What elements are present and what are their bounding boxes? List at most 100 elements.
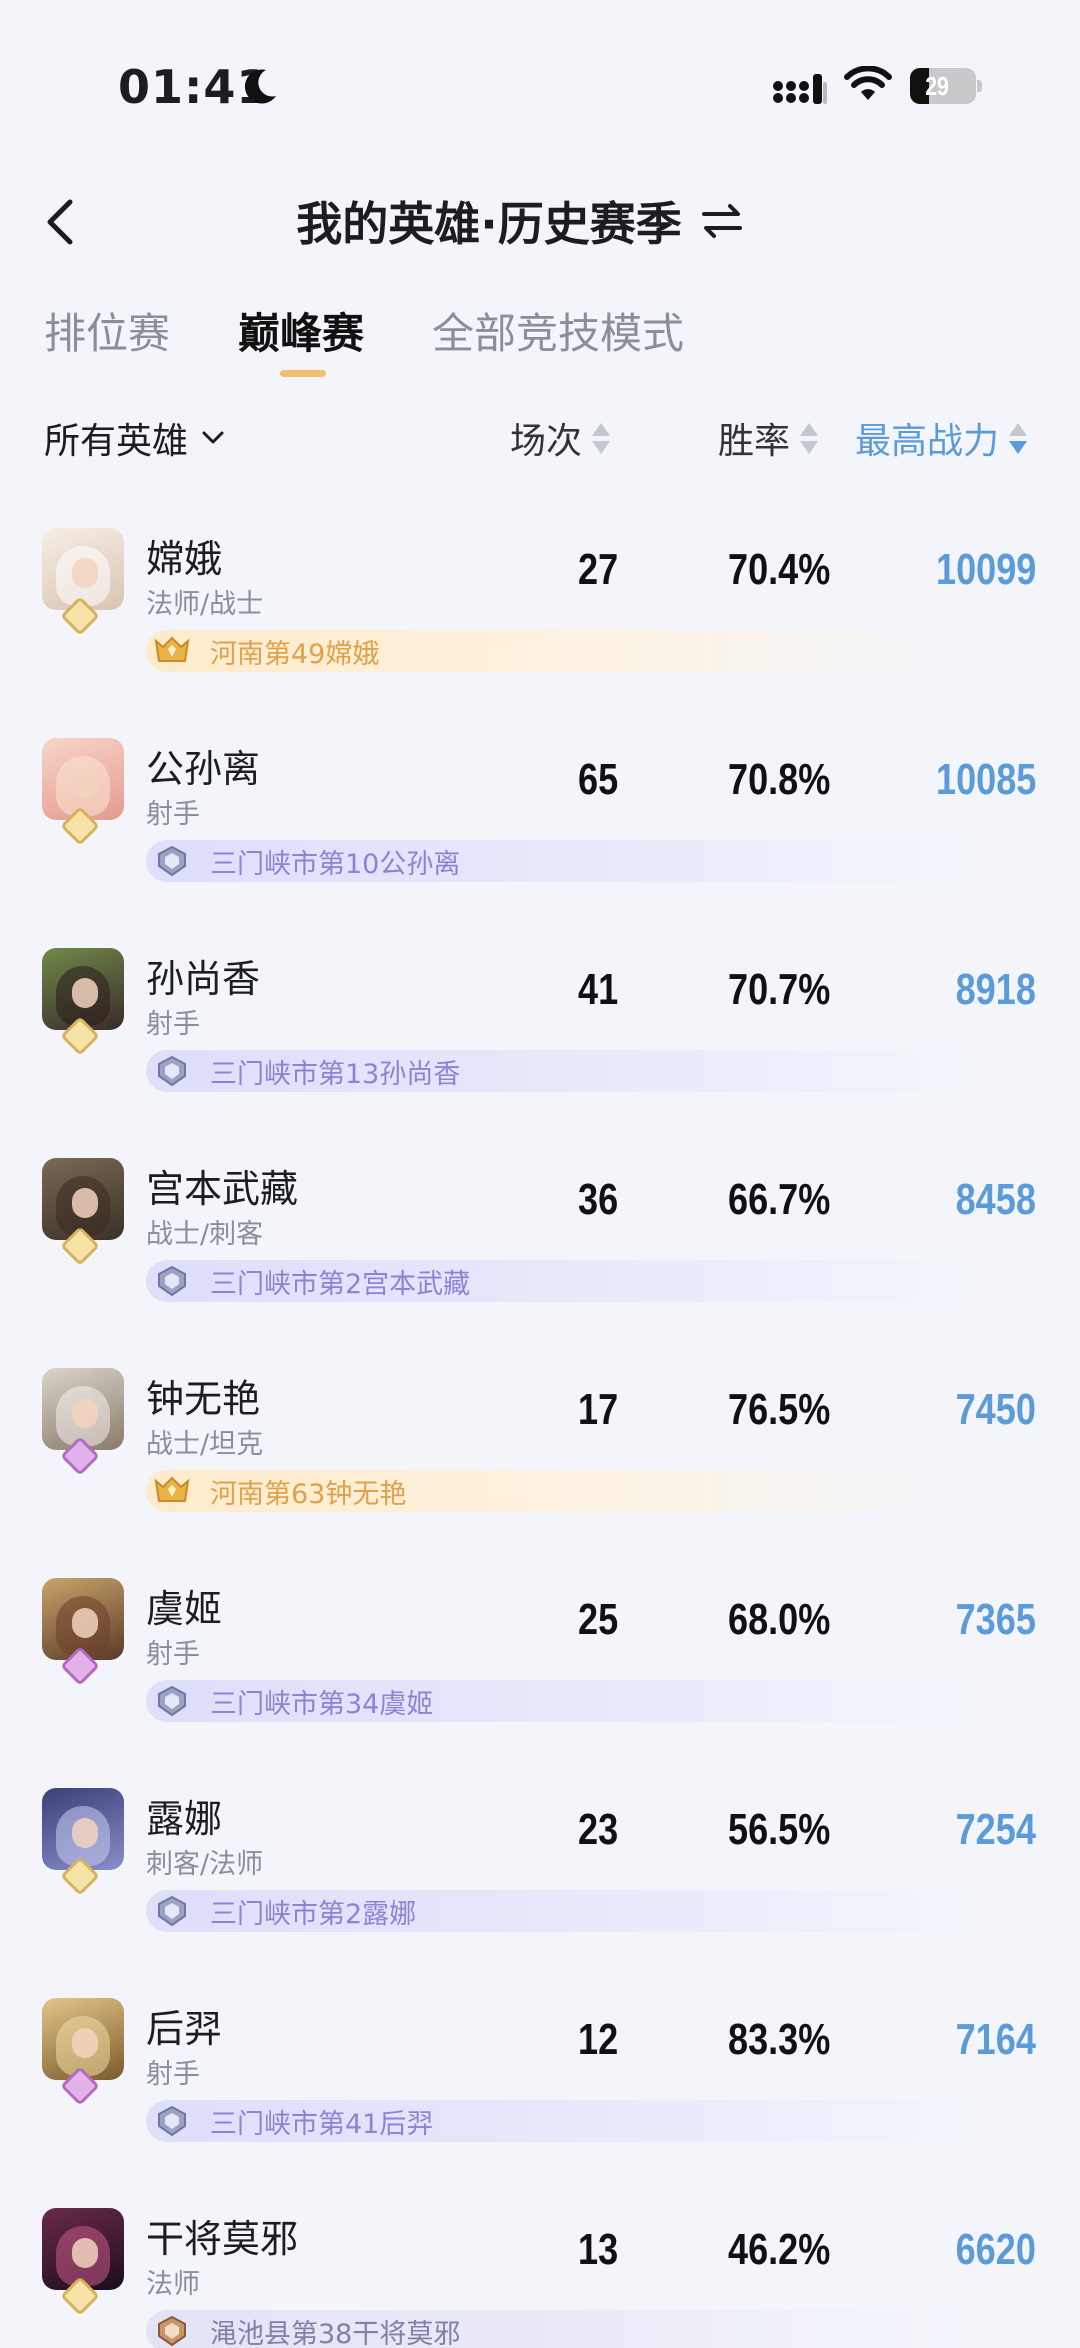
bronze-rank-emblem-icon [152, 2313, 192, 2348]
hero-row[interactable]: 孙尚香 射手 41 70.7% 8918 三门峡市第13孙尚香 [0, 920, 1080, 1130]
rank-title-pill: 渑池县第38干将莫邪 [146, 2310, 976, 2348]
moon-icon [244, 69, 276, 104]
hero-row[interactable]: 宫本武藏 战士/刺客 36 66.7% 8458 三门峡市第2宫本武藏 [0, 1130, 1080, 1340]
sort-icon [1009, 422, 1028, 454]
hero-row[interactable]: 后羿 射手 12 83.3% 7164 三门峡市第41后羿 [0, 1970, 1080, 2180]
max-power: 6620 [955, 2225, 1036, 2274]
silver-rank-emblem-icon [152, 843, 192, 879]
hero-name: 干将莫邪 [146, 2217, 299, 2261]
tab-ranked[interactable]: 排位赛 [44, 300, 170, 380]
hero-name: 露娜 [146, 1797, 223, 1841]
hero-avatar [42, 1788, 124, 1870]
hero-avatar [42, 948, 124, 1030]
sort-icon [800, 422, 819, 454]
chevron-down-icon [202, 431, 224, 444]
games-count: 27 [578, 545, 619, 594]
hero-avatar [42, 738, 124, 820]
sort-power-button[interactable]: 最高战力 [855, 410, 1028, 466]
power-column-label: 最高战力 [855, 421, 1000, 462]
rank-title-text: 三门峡市第41后羿 [210, 2108, 434, 2140]
rank-title-pill: 三门峡市第10公孙离 [146, 840, 976, 882]
tab-all-modes[interactable]: 全部竞技模式 [432, 300, 684, 380]
tab-peak[interactable]: 巅峰赛 [238, 300, 364, 380]
hero-row[interactable]: 嫦娥 法师/战士 27 70.4% 10099 河南第49嫦娥 [0, 500, 1080, 710]
silver-rank-emblem-icon [152, 1053, 192, 1089]
win-rate: 70.7% [728, 965, 831, 1014]
hero-row[interactable]: 虞姬 射手 25 68.0% 7365 三门峡市第34虞姬 [0, 1550, 1080, 1760]
switch-season-icon[interactable] [700, 201, 744, 241]
rank-title-pill: 三门峡市第41后羿 [146, 2100, 976, 2142]
silver-rank-emblem-icon [152, 2103, 192, 2139]
rank-title-pill: 三门峡市第13孙尚香 [146, 1050, 976, 1092]
rank-title-text: 三门峡市第34虞姬 [210, 1688, 434, 1720]
hero-avatar [42, 1998, 124, 2080]
win-rate: 68.0% [728, 1595, 831, 1644]
rank-title-pill: 河南第63钟无艳 [146, 1470, 976, 1512]
hero-name: 孙尚香 [146, 957, 261, 1001]
rank-title-text: 河南第49嫦娥 [210, 638, 380, 670]
page-header: 我的英雄·历史赛季 [0, 170, 1080, 275]
active-tab-indicator [280, 370, 327, 377]
hero-row[interactable]: 干将莫邪 法师 13 46.2% 6620 渑池县第38干将莫邪 [0, 2180, 1080, 2348]
max-power: 7164 [955, 2015, 1036, 2064]
max-power: 8918 [955, 965, 1036, 1014]
sort-winrate-button[interactable]: 胜率 [718, 410, 819, 466]
games-column-label: 场次 [510, 421, 583, 462]
hero-name: 后羿 [146, 2007, 223, 2051]
hero-avatar [42, 1368, 124, 1450]
gold-rank-emblem-icon [152, 1473, 192, 1509]
win-rate: 56.5% [728, 1805, 831, 1854]
hero-role: 射手 [146, 1639, 200, 1670]
hero-role: 战士/坦克 [146, 1429, 264, 1460]
win-rate: 83.3% [728, 2015, 831, 2064]
sort-icon [592, 422, 611, 454]
hero-avatar [42, 528, 124, 610]
hero-name: 嫦娥 [146, 537, 223, 581]
rank-title-text: 三门峡市第10公孙离 [210, 848, 461, 880]
max-power: 7365 [955, 1595, 1036, 1644]
max-power: 8458 [955, 1175, 1036, 1224]
games-count: 65 [578, 755, 619, 804]
hero-role: 射手 [146, 1009, 200, 1040]
games-count: 25 [578, 1595, 619, 1644]
rank-title-pill: 三门峡市第34虞姬 [146, 1680, 976, 1722]
rank-title-text: 渑池县第38干将莫邪 [210, 2318, 461, 2348]
rank-title-pill: 三门峡市第2露娜 [146, 1890, 976, 1932]
win-rate: 46.2% [728, 2225, 831, 2274]
hero-row[interactable]: 公孙离 射手 65 70.8% 10085 三门峡市第10公孙离 [0, 710, 1080, 920]
hero-avatar [42, 1578, 124, 1660]
games-count: 41 [578, 965, 619, 1014]
max-power: 10085 [935, 755, 1036, 804]
max-power: 7254 [955, 1805, 1036, 1854]
hero-avatar [42, 1158, 124, 1240]
sort-games-button[interactable]: 场次 [510, 410, 611, 466]
games-count: 12 [578, 2015, 619, 2064]
silver-rank-emblem-icon [152, 1893, 192, 1929]
hero-role: 射手 [146, 799, 200, 830]
hero-row[interactable]: 钟无艳 战士/坦克 17 76.5% 7450 河南第63钟无艳 [0, 1340, 1080, 1550]
rank-title-text: 三门峡市第2宫本武藏 [210, 1268, 471, 1300]
gold-rank-emblem-icon [152, 633, 192, 669]
hero-role: 刺客/法师 [146, 1849, 264, 1880]
hero-role: 法师 [146, 2269, 200, 2300]
hero-filter-dropdown[interactable]: 所有英雄 [44, 410, 224, 466]
win-rate: 70.8% [728, 755, 831, 804]
win-rate: 66.7% [728, 1175, 831, 1224]
page-title: 我的英雄·历史赛季 [296, 197, 682, 251]
hero-role: 战士/刺客 [146, 1219, 264, 1250]
games-count: 23 [578, 1805, 619, 1854]
hero-row[interactable]: 露娜 刺客/法师 23 56.5% 7254 三门峡市第2露娜 [0, 1760, 1080, 1970]
rank-title-text: 河南第63钟无艳 [210, 1478, 407, 1510]
rank-title-text: 三门峡市第13孙尚香 [210, 1058, 461, 1090]
hero-name: 钟无艳 [146, 1377, 261, 1421]
silver-rank-emblem-icon [152, 1683, 192, 1719]
battery-level: 29 [925, 71, 949, 101]
games-count: 17 [578, 1385, 619, 1434]
hero-name: 宫本武藏 [146, 1167, 299, 1211]
winrate-column-label: 胜率 [718, 421, 791, 462]
mode-tabs: 排位赛 巅峰赛 全部竞技模式 [44, 300, 684, 380]
win-rate: 76.5% [728, 1385, 831, 1434]
status-bar: 01:41 29 [0, 0, 1080, 170]
games-count: 13 [578, 2225, 619, 2274]
silver-rank-emblem-icon [152, 1263, 192, 1299]
